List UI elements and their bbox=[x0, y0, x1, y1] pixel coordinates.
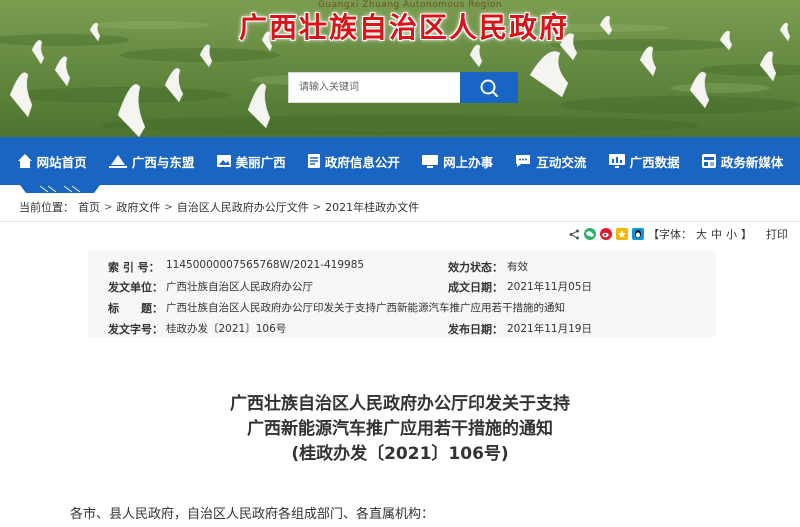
issuer-label: 发文单位： bbox=[108, 281, 163, 294]
qq-icon[interactable] bbox=[632, 228, 644, 240]
nav-item-beautiful-guangxi[interactable]: 美丽广西 bbox=[216, 152, 286, 171]
breadcrumb-prefix: 当前位置： bbox=[19, 201, 74, 214]
issuer-value: 广西壮族自治区人民政府办公厅 bbox=[166, 281, 313, 293]
title-value: 广西壮族自治区人民政府办公厅印发关于支持广西新能源汽车推广应用若干措施的通知 bbox=[166, 302, 565, 314]
document-icon bbox=[307, 154, 320, 168]
date-value: 2021年11月05日 bbox=[507, 281, 592, 293]
wechat-icon[interactable] bbox=[584, 228, 596, 240]
site-title[interactable]: 广西壮族自治区人民政府 bbox=[224, 6, 584, 46]
breadcrumb-divider bbox=[0, 221, 800, 222]
status-value: 有效 bbox=[507, 261, 528, 273]
nav-item-label: 互动交流 bbox=[536, 154, 587, 170]
index-value: 11450000007565768W/2021-419985 bbox=[166, 259, 365, 271]
breadcrumb-2021-files[interactable]: 2021年桂政办文件 bbox=[325, 199, 419, 215]
font-label-close: 】 bbox=[741, 228, 752, 241]
date-label: 成文日期： bbox=[448, 281, 503, 294]
header-banner: Guangxi Zhuang Autonomous Region 广西壮族自治区… bbox=[0, 0, 800, 137]
index-label: 索 引 号： bbox=[108, 261, 160, 274]
nav-item-label: 广西与东盟 bbox=[131, 154, 195, 170]
font-label: 【字体： bbox=[648, 228, 692, 241]
nav-item-data[interactable]: 广西数据 bbox=[608, 152, 680, 171]
breadcrumb-gov-files[interactable]: 政府文件 bbox=[116, 199, 160, 215]
landmark-icon bbox=[108, 155, 127, 168]
breadcrumb-separator: > bbox=[312, 201, 322, 213]
search-button[interactable] bbox=[460, 72, 518, 103]
qzone-icon[interactable] bbox=[616, 228, 628, 240]
title-label: 标 题： bbox=[108, 302, 163, 315]
nav-item-online-services[interactable]: 网上办事 bbox=[421, 152, 493, 171]
nav-item-asean[interactable]: 广西与东盟 bbox=[108, 152, 195, 171]
article-title-line: 广西新能源汽车推广应用若干措施的通知 bbox=[247, 419, 553, 439]
publish-date-label: 发布日期： bbox=[448, 323, 503, 336]
article-doc-number: (桂政办发〔2021〕106号) bbox=[291, 444, 509, 464]
font-size-large[interactable]: 大 bbox=[696, 226, 707, 242]
media-icon bbox=[701, 154, 716, 168]
search-box bbox=[288, 72, 518, 103]
nav-item-label: 广西数据 bbox=[629, 154, 680, 170]
nav-item-label: 政府信息公开 bbox=[324, 154, 400, 170]
chat-icon bbox=[516, 155, 531, 167]
search-icon bbox=[480, 79, 498, 97]
search-input[interactable] bbox=[289, 73, 460, 102]
share-icon[interactable] bbox=[568, 228, 580, 240]
nav-item-gov-info[interactable]: 政府信息公开 bbox=[307, 152, 400, 171]
article-title: 广西壮族自治区人民政府办公厅印发关于支持 广西新能源汽车推广应用若干措施的通知 … bbox=[100, 392, 700, 467]
publish-date-value: 2021年11月19日 bbox=[507, 323, 592, 335]
article-salutation: 各市、县人民政府，自治区人民政府各组成部门、各直属机构： bbox=[70, 507, 435, 522]
doc-number-value: 桂政办发〔2021〕106号 bbox=[166, 323, 287, 335]
breadcrumb-office-files[interactable]: 自治区人民政府办公厅文件 bbox=[177, 199, 309, 215]
breadcrumb: 当前位置： 首页 > 政府文件 > 自治区人民政府办公厅文件 > 2021年桂政… bbox=[19, 199, 419, 215]
document-metadata: 索 引 号： 11450000007565768W/2021-419985 效力… bbox=[88, 251, 716, 337]
font-size-small[interactable]: 小 bbox=[726, 226, 737, 242]
main-nav: 网站首页 广西与东盟 美丽广西 政府信息公开 网上办事 互动交流 广西数据 政务… bbox=[0, 137, 800, 185]
breadcrumb-separator: > bbox=[104, 201, 113, 213]
article-title-line: 广西壮族自治区人民政府办公厅印发关于支持 bbox=[230, 394, 570, 414]
nav-item-label: 网站首页 bbox=[36, 154, 87, 170]
nav-item-label: 政务新媒体 bbox=[720, 154, 784, 170]
status-label: 效力状态： bbox=[448, 261, 503, 274]
breadcrumb-separator: > bbox=[164, 201, 173, 213]
article-tools: 【字体： 大 中 小 】 打印 bbox=[568, 226, 788, 242]
nav-item-label: 美丽广西 bbox=[235, 154, 286, 170]
nav-item-home[interactable]: 网站首页 bbox=[17, 152, 87, 171]
monitor-icon bbox=[422, 155, 439, 168]
home-icon bbox=[17, 154, 32, 168]
breadcrumb-home[interactable]: 首页 bbox=[78, 199, 100, 215]
weibo-icon[interactable] bbox=[600, 228, 612, 240]
landscape-icon bbox=[216, 155, 231, 167]
font-size-medium[interactable]: 中 bbox=[711, 226, 722, 242]
nav-item-label: 网上办事 bbox=[443, 154, 494, 170]
chart-icon bbox=[608, 154, 625, 168]
print-button[interactable]: 打印 bbox=[766, 226, 788, 242]
doc-number-label: 发文字号： bbox=[108, 323, 163, 336]
nav-decoration bbox=[20, 185, 100, 193]
nav-item-new-media[interactable]: 政务新媒体 bbox=[701, 152, 784, 171]
nav-item-interaction[interactable]: 互动交流 bbox=[514, 152, 586, 171]
